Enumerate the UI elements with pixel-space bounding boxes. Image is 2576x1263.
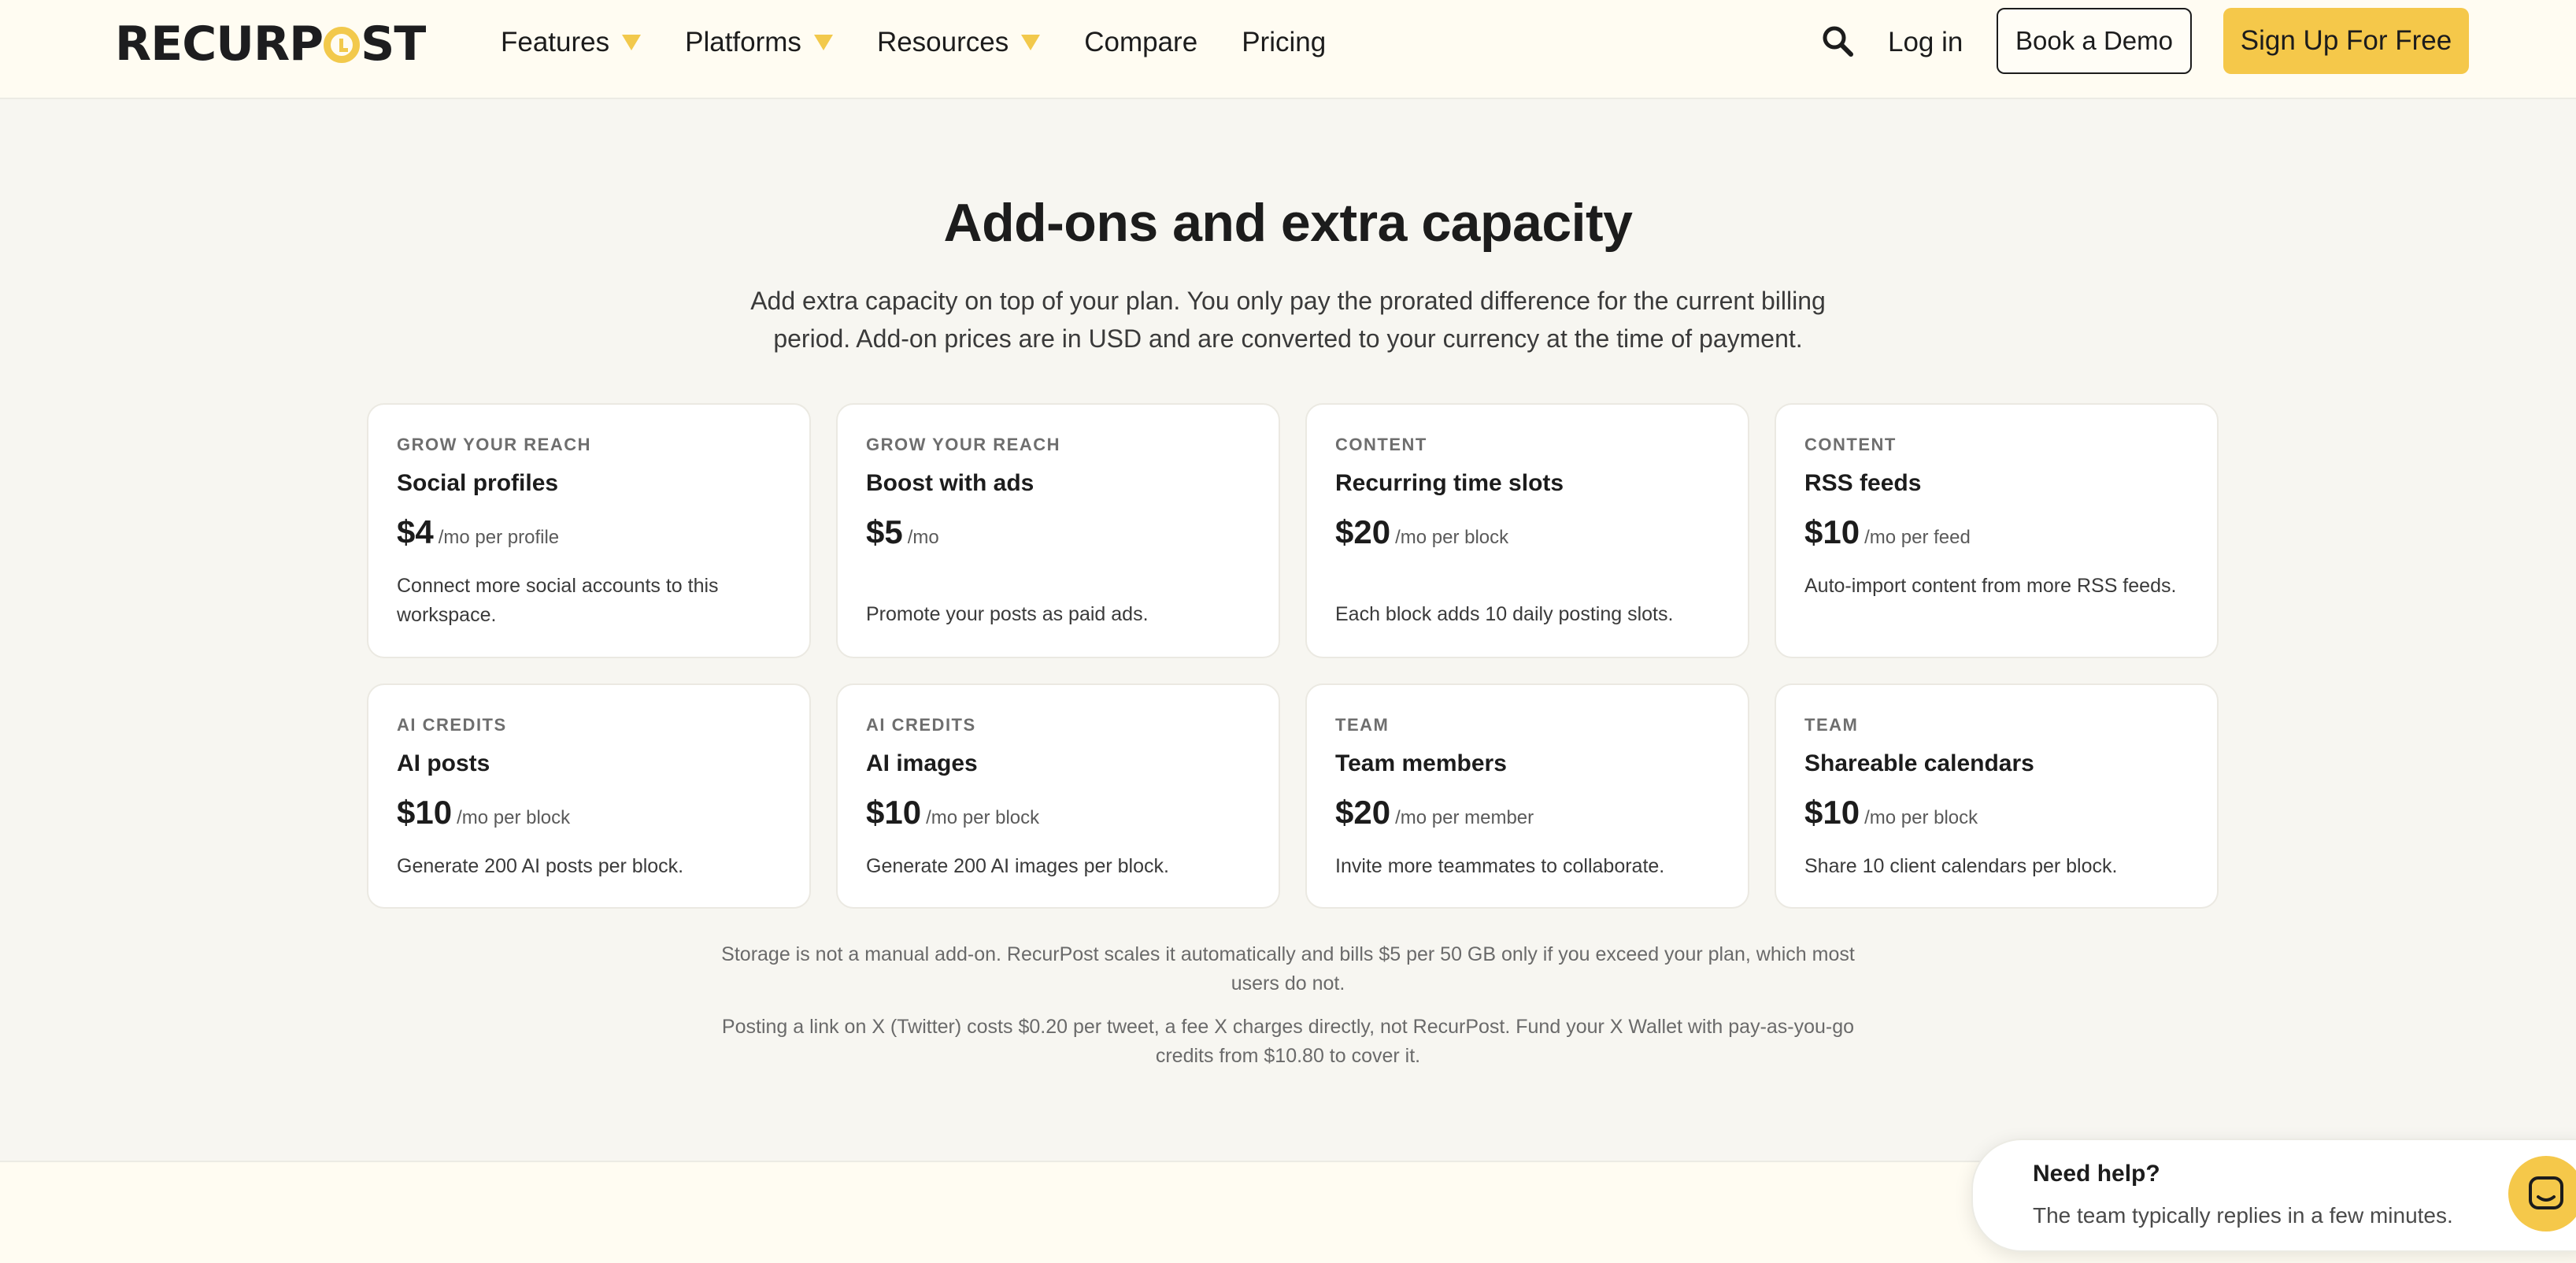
addon-name: Shareable calendars [1804, 750, 2034, 776]
addon-unit: /mo per block [1395, 527, 1509, 548]
addon-card-recurring-slots: CONTENT Recurring time slots $20 /mo per… [1305, 403, 1749, 658]
addons-section: Add-ons and extra capacity Add extra cap… [0, 101, 2576, 1161]
addon-card-social-profiles: GROW YOUR REACH Social profiles $4 /mo p… [367, 403, 811, 658]
addon-category: AI CREDITS [866, 715, 976, 735]
nav-pricing[interactable]: Pricing [1242, 27, 1326, 58]
addon-price-row: $5 /mo [866, 512, 1250, 558]
nav-compare[interactable]: Compare [1084, 27, 1197, 58]
addon-description: Connect more social accounts to this wor… [397, 575, 719, 626]
nav-label: Platforms [685, 27, 801, 57]
addon-description: Auto-import content from more RSS feeds. [1804, 575, 2177, 597]
chevron-down-icon [813, 35, 833, 50]
search-icon[interactable] [1820, 24, 1855, 58]
chevron-down-icon [1021, 35, 1041, 50]
addon-name: AI posts [397, 750, 490, 776]
addon-name: Social profiles [397, 470, 559, 496]
help-text: The team typically replies in a few minu… [2033, 1203, 2453, 1228]
addon-card-rss-feeds: CONTENT RSS feeds $10 /mo per feed Auto-… [1775, 403, 2219, 658]
addon-price-row: $10 /mo per block [1804, 792, 2189, 839]
addon-name: RSS feeds [1804, 470, 1922, 496]
addon-price: $20 [1335, 513, 1391, 550]
addon-price-row: $4 /mo per profile [397, 512, 781, 558]
addon-name: AI images [866, 750, 978, 776]
login-link[interactable]: Log in [1888, 22, 1963, 63]
section-title: Add-ons and extra capacity [943, 193, 1633, 253]
nav-label: Pricing [1242, 27, 1327, 57]
help-bubble[interactable]: Need help? The team typically replies in… [1971, 1139, 2576, 1252]
addon-card-ai-posts: AI CREDITS AI posts $10 /mo per block Ge… [367, 683, 811, 909]
x-posting-note: Posting a link on X (Twitter) costs $0.2… [721, 1016, 1855, 1067]
addon-category: GROW YOUR REACH [397, 435, 591, 454]
addon-unit: /mo per block [1864, 807, 1978, 828]
addon-name: Team members [1335, 750, 1507, 776]
section-subtitle: Add extra capacity on top of your plan. … [750, 287, 1826, 353]
addon-price-row: $10 /mo per block [866, 792, 1250, 839]
addon-unit: /mo per member [1395, 807, 1534, 828]
addon-unit: /mo per feed [1864, 527, 1971, 548]
addon-description: Invite more teammates to collaborate. [1335, 855, 1665, 877]
addon-name: Boost with ads [866, 470, 1034, 496]
addon-card-boost-ads: GROW YOUR REACH Boost with ads $5 /mo Pr… [836, 403, 1280, 658]
addons-grid: GROW YOUR REACH Social profiles $4 /mo p… [367, 403, 2219, 909]
addon-card-team-members: TEAM Team members $20 /mo per member Inv… [1305, 683, 1749, 909]
addon-unit: /mo per profile [438, 527, 560, 548]
nav-label: Resources [876, 27, 1009, 57]
addon-price: $10 [1804, 513, 1860, 550]
chat-icon [2529, 1176, 2563, 1209]
addon-category: CONTENT [1804, 435, 1897, 454]
addon-description: Each block adds 10 daily posting slots. [1335, 603, 1674, 625]
chevron-down-icon [622, 35, 642, 50]
addon-price: $20 [1335, 794, 1391, 831]
addon-price-row: $20 /mo per member [1335, 792, 1719, 839]
addon-unit: /mo per block [926, 807, 1040, 828]
addon-price-row: $10 /mo per feed [1804, 512, 2189, 558]
addon-price: $10 [866, 794, 922, 831]
logo-text-right: ST [361, 17, 426, 72]
nav-features[interactable]: Features [501, 27, 642, 58]
addon-price: $4 [397, 513, 434, 550]
main-nav: Features Platforms Resources Compare Pri… [501, 22, 1370, 63]
nav-label: Compare [1084, 27, 1198, 57]
nav-resources[interactable]: Resources [876, 27, 1041, 58]
storage-note: Storage is not a manual add-on. RecurPos… [721, 943, 1855, 994]
book-demo-button[interactable]: Book a Demo [1997, 8, 2192, 74]
addon-card-shareable-calendars: TEAM Shareable calendars $10 /mo per blo… [1775, 683, 2219, 909]
addon-category: AI CREDITS [397, 715, 507, 735]
addon-card-ai-images: AI CREDITS AI images $10 /mo per block G… [836, 683, 1280, 909]
addon-price: $10 [1804, 794, 1860, 831]
addon-description: Generate 200 AI posts per block. [397, 855, 684, 877]
addon-category: CONTENT [1335, 435, 1427, 454]
addon-price-row: $20 /mo per block [1335, 512, 1719, 558]
chat-launcher-button[interactable] [2508, 1156, 2576, 1232]
nav-label: Features [501, 27, 610, 57]
nav-platforms[interactable]: Platforms [685, 27, 833, 58]
addon-price: $5 [866, 513, 903, 550]
recurpost-logo[interactable]: RECURP ST [115, 17, 426, 72]
addon-price-row: $10 /mo per block [397, 792, 781, 839]
logo-clock-icon [324, 27, 361, 63]
addon-category: GROW YOUR REACH [866, 435, 1060, 454]
addon-description: Promote your posts as paid ads. [866, 603, 1149, 625]
addon-category: TEAM [1335, 715, 1390, 735]
addon-name: Recurring time slots [1335, 470, 1564, 496]
sign-up-button[interactable]: Sign Up For Free [2223, 8, 2469, 74]
addon-unit: /mo [907, 527, 939, 548]
addon-category: TEAM [1804, 715, 1859, 735]
addon-price: $10 [397, 794, 453, 831]
addon-description: Generate 200 AI images per block. [866, 855, 1169, 877]
logo-text-left: RECURP [115, 17, 324, 72]
site-header: RECURP ST Features Platforms Resources Co… [0, 0, 2576, 99]
addon-description: Share 10 client calendars per block. [1804, 855, 2118, 877]
help-title: Need help? [2033, 1161, 2160, 1187]
addon-unit: /mo per block [457, 807, 571, 828]
